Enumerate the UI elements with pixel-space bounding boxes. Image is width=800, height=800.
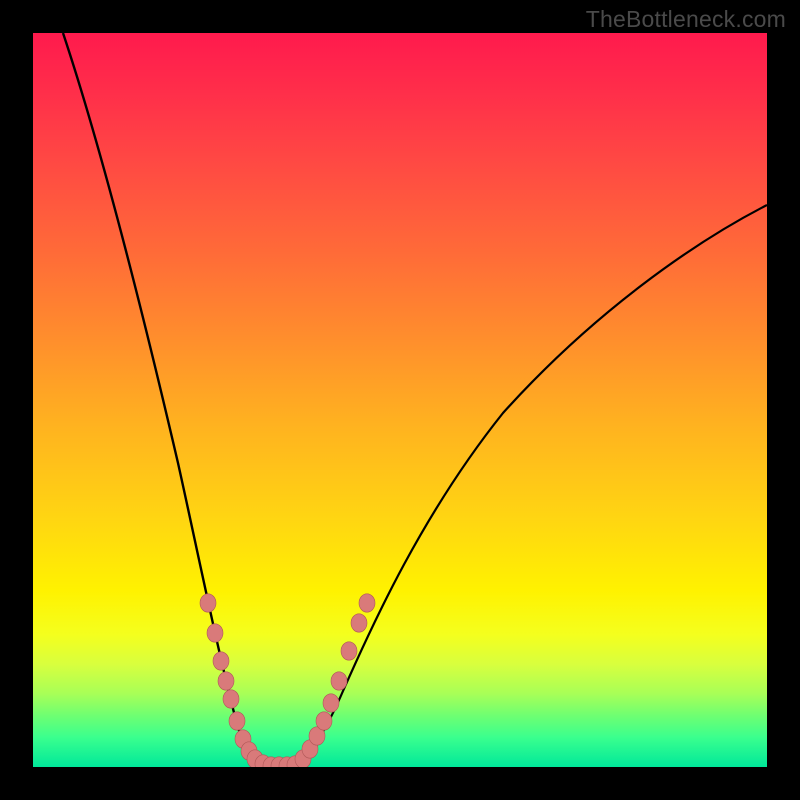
chart-frame: TheBottleneck.com: [0, 0, 800, 800]
data-marker: [223, 690, 239, 708]
data-marker: [341, 642, 357, 660]
data-marker: [218, 672, 234, 690]
curve-left: [63, 33, 273, 766]
data-marker: [200, 594, 216, 612]
data-marker: [323, 694, 339, 712]
data-marker: [351, 614, 367, 632]
data-marker: [359, 594, 375, 612]
data-marker: [331, 672, 347, 690]
chart-svg: [33, 33, 767, 767]
watermark-text: TheBottleneck.com: [586, 6, 786, 33]
data-marker: [213, 652, 229, 670]
data-marker: [207, 624, 223, 642]
curve-right: [293, 205, 767, 766]
plot-area: [33, 33, 767, 767]
data-marker: [316, 712, 332, 730]
data-marker: [229, 712, 245, 730]
